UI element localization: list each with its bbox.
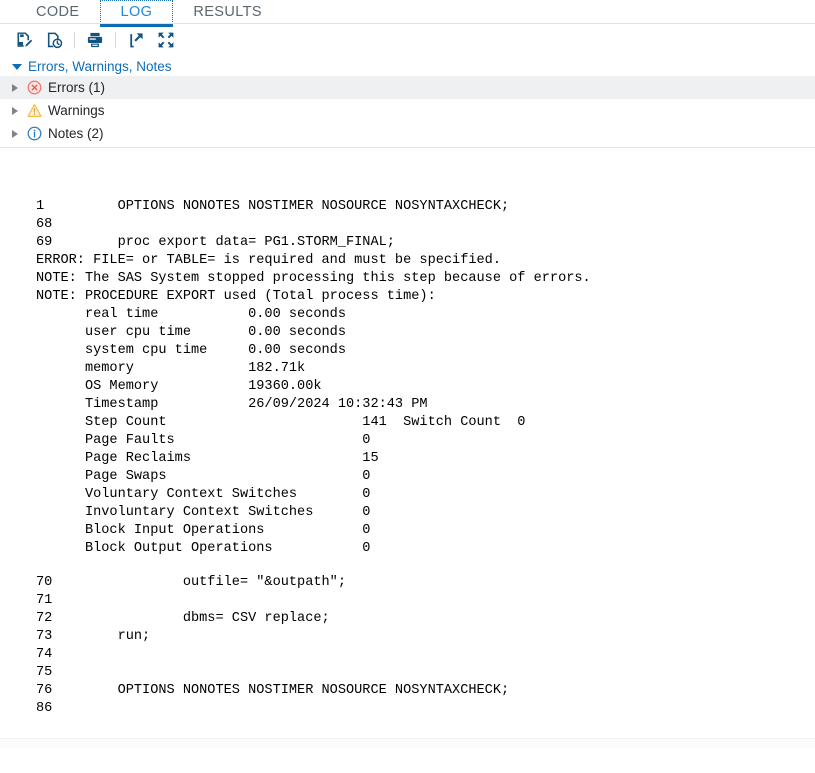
errors-warnings-notes-title: Errors, Warnings, Notes (28, 58, 172, 74)
open-in-new-window-button[interactable] (121, 26, 151, 54)
log-error-message: ERROR: FILE= or TABLE= is required and m… (36, 253, 501, 268)
toolbar-separator-1 (74, 32, 75, 48)
maximize-icon (157, 31, 175, 49)
ewn-row-warnings[interactable]: Warnings (0, 99, 815, 122)
tab-code[interactable]: CODE (16, 0, 100, 24)
print-button[interactable] (80, 26, 110, 54)
chevron-down-icon (12, 63, 22, 70)
chevron-right-icon[interactable] (12, 83, 18, 92)
chevron-right-icon[interactable] (12, 129, 18, 138)
ewn-label-notes: Notes (2) (48, 126, 104, 141)
tab-log[interactable]: LOG (99, 0, 174, 27)
maximize-button[interactable] (151, 26, 181, 54)
tab-strip: CODE LOG RESULTS (0, 0, 815, 27)
panel-footer-strip (0, 738, 815, 748)
chevron-right-icon[interactable] (12, 106, 18, 115)
warning-icon (26, 103, 42, 119)
log-block-source-1: 1 OPTIONS NONOTES NOSTIMER NOSOURCE NOSY… (36, 199, 510, 250)
log-note-messages: NOTE: The SAS System stopped processing … (36, 271, 591, 304)
log-history-button[interactable] (39, 26, 69, 54)
log-process-statistics: real time 0.00 seconds user cpu time 0.0… (84, 307, 526, 556)
save-log-button[interactable] (9, 26, 39, 54)
tab-results[interactable]: RESULTS (173, 0, 282, 24)
sas-log-panel: CODE LOG RESULTS Errors, Warnings, Notes… (0, 0, 815, 773)
ewn-label-errors: Errors (1) (48, 80, 105, 95)
log-toolbar (0, 24, 815, 56)
ewn-label-warnings: Warnings (48, 103, 105, 118)
print-icon (86, 31, 104, 49)
open-in-new-window-icon (127, 31, 145, 49)
errors-warnings-notes-header[interactable]: Errors, Warnings, Notes (0, 56, 815, 76)
log-block-gap (36, 558, 815, 574)
errors-warnings-notes-section: Errors, Warnings, Notes Errors (1) Warni… (0, 56, 815, 148)
toolbar-separator-2 (115, 32, 116, 48)
save-log-icon (15, 31, 33, 49)
note-icon (26, 126, 42, 142)
error-icon (26, 80, 42, 96)
ewn-row-notes[interactable]: Notes (2) (0, 122, 815, 145)
ewn-row-errors[interactable]: Errors (1) (0, 76, 815, 99)
log-history-icon (45, 31, 63, 49)
log-block-source-2: 70 outfile= "&outpath"; 71 72 dbms= CSV … (36, 575, 510, 716)
log-output-area[interactable]: 1 OPTIONS NONOTES NOSTIMER NOSOURCE NOSY… (0, 148, 815, 748)
